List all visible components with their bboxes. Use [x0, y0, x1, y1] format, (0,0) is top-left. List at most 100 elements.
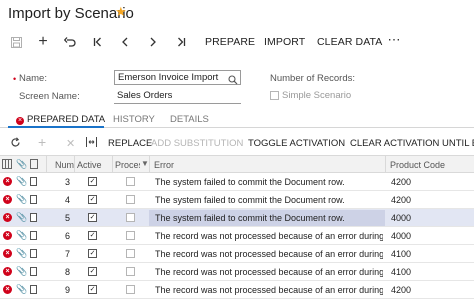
grid-header: 📎 Num Active Proces ▼ Error Product Code — [0, 155, 474, 173]
import-button[interactable]: IMPORT — [264, 36, 305, 48]
title-bar: Import by Scenario ★ — [0, 0, 474, 28]
note-icon[interactable] — [30, 177, 37, 186]
table-row[interactable]: × 📎 4 ✓ The system failed to commit the Docu… — [0, 191, 474, 209]
error-cell: The system failed to commit the Document… — [155, 195, 345, 205]
column-header-active[interactable]: Active — [77, 160, 102, 170]
active-checkbox[interactable]: ✓ — [88, 177, 97, 186]
note-icon[interactable] — [30, 195, 37, 204]
attachment-icon[interactable]: 📎 — [16, 176, 27, 187]
note-icon[interactable] — [30, 267, 37, 276]
name-selector-field[interactable]: Emerson Invoice Import — [114, 70, 241, 85]
note-icon[interactable] — [30, 285, 37, 294]
first-record-icon[interactable] — [90, 34, 106, 50]
num-cell: 6 — [64, 231, 70, 241]
undo-icon[interactable] — [62, 34, 78, 50]
screen-name-field: Sales Orders — [114, 89, 241, 104]
product-code-cell: 4000 — [391, 213, 412, 223]
error-cell: The record was not processed because of … — [155, 267, 383, 277]
active-checkbox[interactable]: ✓ — [88, 267, 97, 276]
error-cell: The system failed to commit the Document… — [155, 213, 345, 223]
column-divider — [112, 156, 113, 173]
prepare-button[interactable]: PREPARE — [205, 36, 255, 48]
processed-checkbox[interactable] — [126, 231, 135, 240]
tab-history[interactable]: HISTORY — [113, 114, 155, 125]
processed-checkbox[interactable] — [126, 213, 135, 222]
attachment-header-icon: 📎 — [16, 159, 28, 169]
note-icon[interactable] — [30, 249, 37, 258]
row-error-icon: × — [3, 177, 12, 186]
column-header-num[interactable]: Num — [55, 160, 74, 170]
table-row[interactable]: × 📎 3 ✓ The system failed to commit the Docu… — [0, 173, 474, 191]
attachment-icon[interactable]: 📎 — [16, 266, 27, 277]
column-header-processed[interactable]: Proces — [115, 160, 140, 170]
attachment-icon[interactable]: 📎 — [16, 194, 27, 205]
last-record-icon[interactable] — [173, 34, 189, 50]
refresh-icon[interactable] — [10, 137, 21, 151]
replace-button[interactable]: REPLACE — [108, 138, 152, 149]
next-record-icon[interactable] — [145, 34, 161, 50]
tab-prepared-data[interactable]: × PREPARED DATA — [16, 114, 105, 125]
delete-row-icon[interactable]: ✕ — [66, 137, 75, 150]
column-header-product-code[interactable]: Product Code — [390, 160, 445, 170]
error-icon: × — [16, 117, 24, 125]
column-settings-icon[interactable] — [2, 159, 12, 171]
clear-activation-button[interactable]: CLEAR ACTIVATION UNTIL ERR — [350, 138, 474, 149]
add-substitution-button[interactable]: ADD SUBSTITUTION — [151, 138, 243, 149]
name-label: Name: — [19, 73, 47, 84]
num-cell: 4 — [64, 195, 70, 205]
tab-details[interactable]: DETAILS — [170, 114, 209, 125]
column-divider — [149, 156, 150, 173]
num-cell: 8 — [64, 267, 70, 277]
simple-scenario-checkbox[interactable] — [270, 91, 279, 100]
note-icon[interactable] — [30, 213, 37, 222]
processed-checkbox[interactable] — [126, 285, 135, 294]
product-code-cell: 4200 — [391, 195, 412, 205]
num-cell: 7 — [64, 249, 70, 259]
row-error-icon: × — [3, 231, 12, 240]
active-checkbox[interactable]: ✓ — [88, 249, 97, 258]
active-checkbox[interactable]: ✓ — [88, 231, 97, 240]
note-header-icon — [30, 159, 38, 171]
add-icon[interactable]: + — [35, 33, 51, 50]
filter-icon[interactable]: ▼ — [141, 159, 149, 168]
table-row[interactable]: × 📎 7 ✓ The record was not processed because… — [0, 245, 474, 263]
table-row[interactable]: × 📎 9 ✓ The record was not processed because… — [0, 281, 474, 299]
num-cell: 9 — [64, 285, 70, 295]
processed-checkbox[interactable] — [126, 249, 135, 258]
processed-checkbox[interactable] — [126, 177, 135, 186]
error-cell: The record was not processed because of … — [155, 285, 383, 295]
error-cell: The record was not processed because of … — [155, 249, 383, 259]
clear-data-button[interactable]: CLEAR DATA — [317, 36, 382, 48]
favorite-star-icon[interactable]: ★ — [115, 4, 127, 20]
active-checkbox[interactable]: ✓ — [88, 285, 97, 294]
note-icon[interactable] — [30, 231, 37, 240]
fit-columns-icon[interactable] — [86, 137, 97, 150]
attachment-icon[interactable]: 📎 — [16, 230, 27, 241]
attachment-icon[interactable]: 📎 — [16, 248, 27, 259]
num-cell: 3 — [64, 177, 70, 187]
active-checkbox[interactable]: ✓ — [88, 195, 97, 204]
search-icon[interactable] — [228, 72, 238, 85]
row-error-icon: × — [3, 195, 12, 204]
table-row[interactable]: × 📎 5 ✓ The system failed to commit the Docu… — [0, 209, 474, 227]
error-cell: The system failed to commit the Document… — [155, 177, 345, 187]
processed-checkbox[interactable] — [126, 195, 135, 204]
product-code-cell: 4200 — [391, 177, 412, 187]
product-code-cell: 4100 — [391, 267, 412, 277]
processed-checkbox[interactable] — [126, 267, 135, 276]
more-options-icon[interactable]: ⋯ — [386, 32, 402, 48]
table-row[interactable]: × 📎 8 ✓ The record was not processed because… — [0, 263, 474, 281]
add-row-icon[interactable]: + — [38, 134, 46, 150]
active-checkbox[interactable]: ✓ — [88, 213, 97, 222]
attachment-icon[interactable]: 📎 — [16, 212, 27, 223]
previous-record-icon[interactable] — [117, 34, 133, 50]
save-icon[interactable] — [8, 34, 24, 50]
required-indicator-icon: • — [13, 74, 17, 84]
product-code-cell: 4100 — [391, 249, 412, 259]
attachment-icon[interactable]: 📎 — [16, 284, 27, 295]
number-of-records-label: Number of Records: — [270, 73, 356, 84]
table-row[interactable]: × 📎 6 ✓ The record was not processed because… — [0, 227, 474, 245]
column-header-error[interactable]: Error — [154, 160, 174, 170]
toggle-activation-button[interactable]: TOGGLE ACTIVATION — [248, 138, 345, 149]
tab-prepared-data-label: PREPARED DATA — [27, 114, 106, 125]
